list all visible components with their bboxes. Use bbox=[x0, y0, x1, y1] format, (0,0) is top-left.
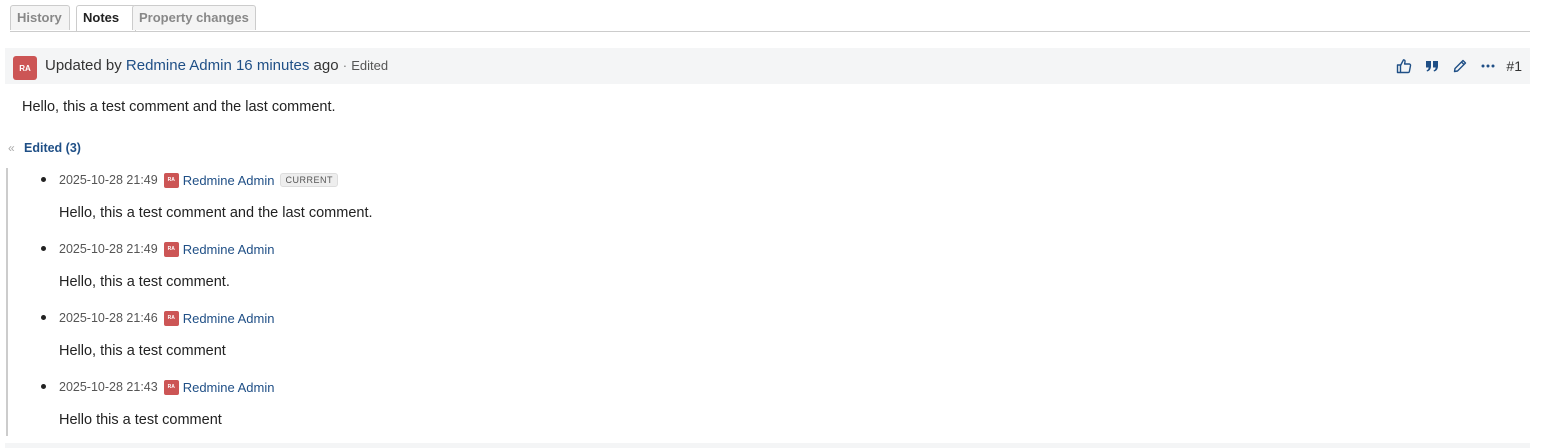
list-item: 2025-10-28 21:43 RA Redmine Admin Hello … bbox=[8, 375, 588, 444]
updated-by-label: Updated by bbox=[45, 57, 122, 74]
tab-notes[interactable]: Notes bbox=[76, 5, 136, 31]
revision-list: 2025-10-28 21:49 RA Redmine Admin CURREN… bbox=[6, 168, 608, 436]
revision-text: Hello this a test comment bbox=[59, 412, 222, 428]
divider bbox=[5, 443, 1530, 448]
revision-meta: 2025-10-28 21:46 RA Redmine Admin bbox=[59, 306, 274, 330]
bullet bbox=[41, 384, 46, 389]
revision-date: 2025-10-28 21:46 bbox=[59, 311, 158, 325]
avatar: RA bbox=[163, 241, 179, 257]
time-ago-link[interactable]: 16 minutes bbox=[236, 57, 309, 74]
bullet bbox=[41, 315, 46, 320]
avatar: RA bbox=[163, 379, 179, 395]
journal-header-text: Updated by Redmine Admin 16 minutes ago … bbox=[45, 48, 388, 84]
tab-history[interactable]: History bbox=[10, 5, 70, 30]
thumbs-up-icon[interactable] bbox=[1390, 48, 1418, 84]
revision-date: 2025-10-28 21:49 bbox=[59, 242, 158, 256]
list-item: 2025-10-28 21:49 RA Redmine Admin Hello,… bbox=[8, 237, 588, 306]
avatar: RA bbox=[163, 172, 179, 188]
edit-icon[interactable] bbox=[1446, 48, 1474, 84]
journal-tabs: History Notes Property changes bbox=[10, 5, 1530, 32]
edited-count-link[interactable]: Edited (3) bbox=[24, 141, 81, 155]
revision-meta: 2025-10-28 21:43 RA Redmine Admin bbox=[59, 375, 274, 399]
separator: · bbox=[342, 58, 348, 73]
bullet bbox=[41, 177, 46, 182]
revision-user-link[interactable]: Redmine Admin bbox=[183, 173, 275, 188]
revision-date: 2025-10-28 21:43 bbox=[59, 380, 158, 394]
edited-toggle[interactable]: « Edited (3) bbox=[8, 140, 81, 156]
journal-number-link[interactable]: #1 bbox=[1506, 58, 1522, 74]
revision-meta: 2025-10-28 21:49 RA Redmine Admin CURREN… bbox=[59, 168, 338, 192]
more-icon[interactable] bbox=[1474, 48, 1502, 84]
list-item: 2025-10-28 21:46 RA Redmine Admin Hello,… bbox=[8, 306, 588, 375]
revision-user-link[interactable]: Redmine Admin bbox=[183, 380, 275, 395]
ago-label: ago bbox=[313, 57, 339, 74]
journal-actions: #1 bbox=[1390, 48, 1522, 84]
journal-note: Hello, this a test comment and the last … bbox=[22, 99, 336, 115]
revision-text: Hello, this a test comment and the last … bbox=[59, 205, 373, 221]
bullet bbox=[41, 246, 46, 251]
revision-date: 2025-10-28 21:49 bbox=[59, 173, 158, 187]
revision-text: Hello, this a test comment. bbox=[59, 274, 230, 290]
current-badge: CURRENT bbox=[280, 173, 338, 187]
journal-header: RA Updated by Redmine Admin 16 minutes a… bbox=[5, 48, 1530, 84]
revision-user-link[interactable]: Redmine Admin bbox=[183, 242, 275, 257]
avatar: RA bbox=[163, 310, 179, 326]
revision-meta: 2025-10-28 21:49 RA Redmine Admin bbox=[59, 237, 274, 261]
avatar: RA bbox=[13, 56, 37, 80]
author-link[interactable]: Redmine Admin bbox=[126, 57, 232, 74]
revision-text: Hello, this a test comment bbox=[59, 343, 226, 359]
quote-icon[interactable] bbox=[1418, 48, 1446, 84]
list-item: 2025-10-28 21:49 RA Redmine Admin CURREN… bbox=[8, 168, 588, 237]
double-chevron-left-icon: « bbox=[8, 141, 15, 155]
revision-user-link[interactable]: Redmine Admin bbox=[183, 311, 275, 326]
edited-label: Edited bbox=[351, 58, 389, 73]
tab-property-changes[interactable]: Property changes bbox=[132, 5, 256, 30]
